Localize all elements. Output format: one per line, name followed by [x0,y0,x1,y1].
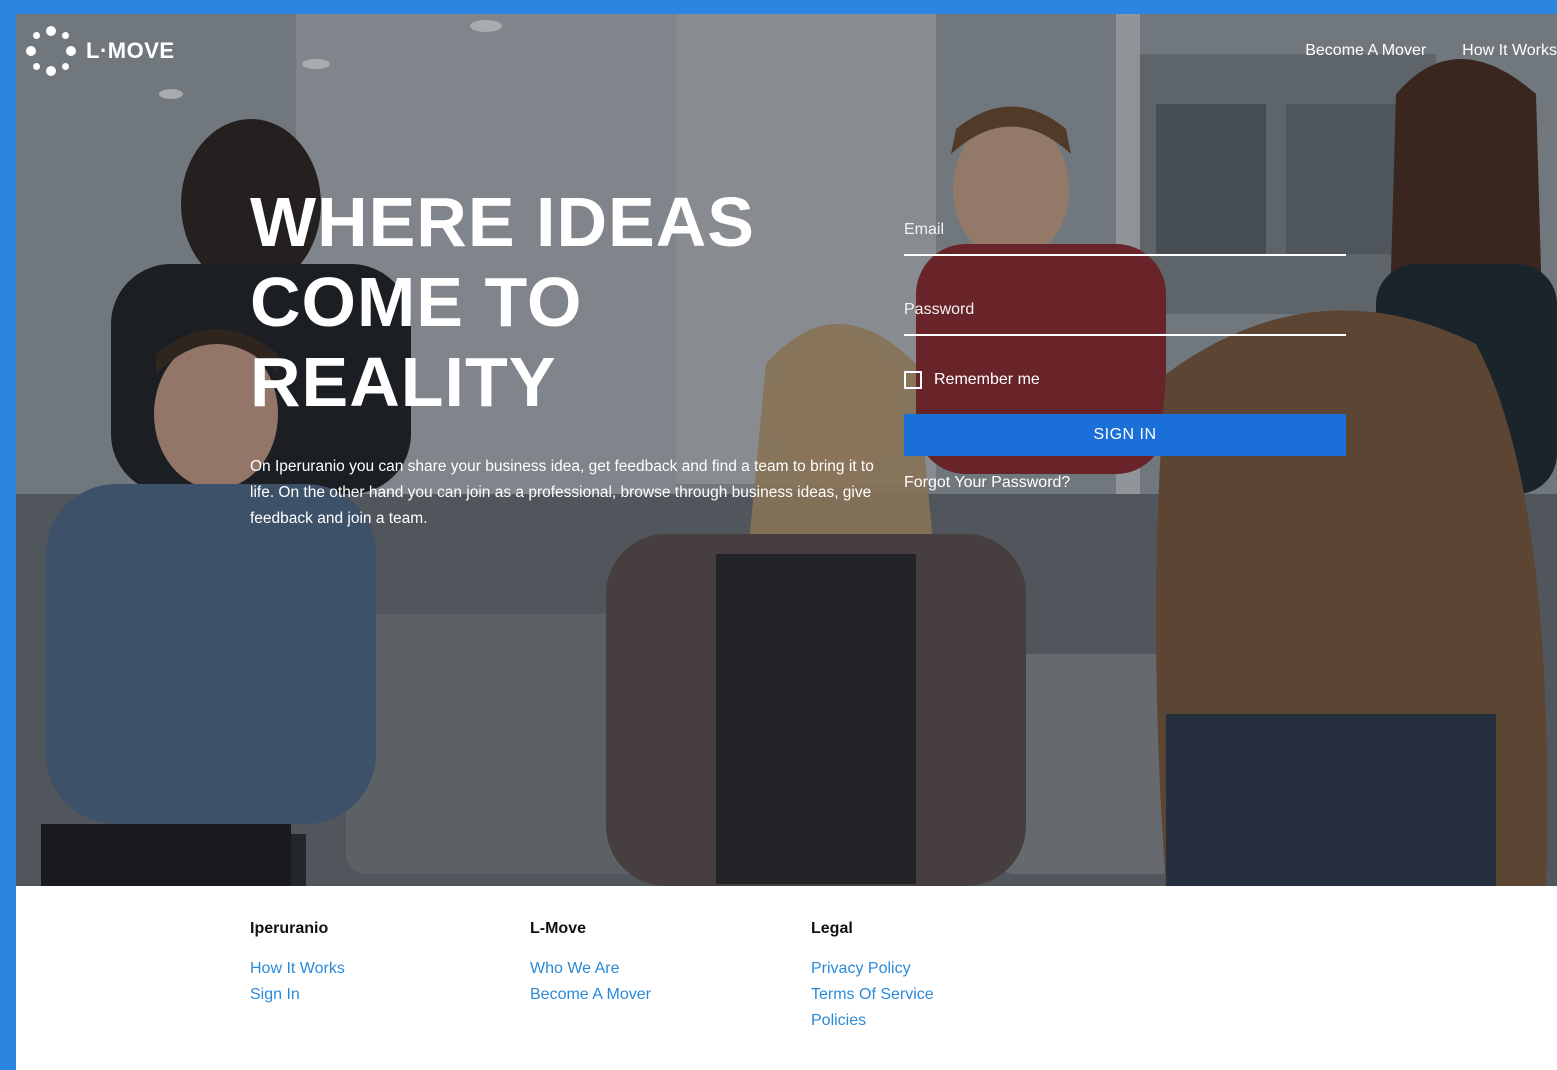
hero-intro-text: On Iperuranio you can share your busines… [250,458,874,527]
footer-link-become-a-mover[interactable]: Become A Mover [530,982,790,1008]
hero-headline-line-2: COME TO [250,263,583,341]
footer-heading-l-move: L-Move [530,920,586,937]
footer-column-l-move: L-Move Who We Are Become A Mover [530,920,790,1008]
remember-me-checkbox[interactable] [904,371,922,389]
hero-section: L·MOVE Become A Mover How It Works WHERE… [16,14,1557,886]
footer-column-iperuranio: Iperuranio How It Works Sign In [250,920,510,1008]
remember-me-label: Remember me [934,371,1040,388]
footer-link-sign-in[interactable]: Sign In [250,982,510,1008]
dotted-circle-logo-icon [26,26,76,76]
hero-headline: WHERE IDEAS COME TO REALITY [250,182,870,422]
brand-logo[interactable]: L·MOVE [26,26,175,76]
password-field-wrapper [904,292,1346,336]
forgot-password-link[interactable]: Forgot Your Password? [904,474,1070,492]
footer-link-how-it-works[interactable]: How It Works [250,956,510,982]
footer: Iperuranio How It Works Sign In L-Move W… [16,886,1557,1070]
footer-link-policies[interactable]: Policies [811,1008,1071,1034]
footer-link-who-we-are[interactable]: Who We Are [530,956,790,982]
remember-me-row[interactable]: Remember me [904,368,1346,392]
footer-heading-iperuranio: Iperuranio [250,920,329,937]
email-field-wrapper [904,212,1346,256]
password-input[interactable] [904,292,1346,328]
hero-headline-line-1: WHERE IDEAS [250,183,755,261]
login-form: Remember me SIGN IN Forgot Your Password… [904,212,1346,492]
email-input[interactable] [904,212,1346,248]
nav-become-a-mover[interactable]: Become A Mover [1305,42,1426,60]
sign-in-button[interactable]: SIGN IN [904,414,1346,456]
footer-column-legal: Legal Privacy Policy Terms Of Service Po… [811,920,1071,1034]
page-frame: L·MOVE Become A Mover How It Works WHERE… [16,14,1557,1070]
footer-link-privacy-policy[interactable]: Privacy Policy [811,956,1071,982]
top-nav: Become A Mover How It Works [1305,42,1557,60]
hero-headline-line-3: REALITY [250,343,557,421]
footer-heading-legal: Legal [811,920,853,937]
nav-how-it-works[interactable]: How It Works [1462,42,1557,60]
brand-name: L·MOVE [86,38,175,63]
footer-link-terms-of-service[interactable]: Terms Of Service [811,982,1071,1008]
